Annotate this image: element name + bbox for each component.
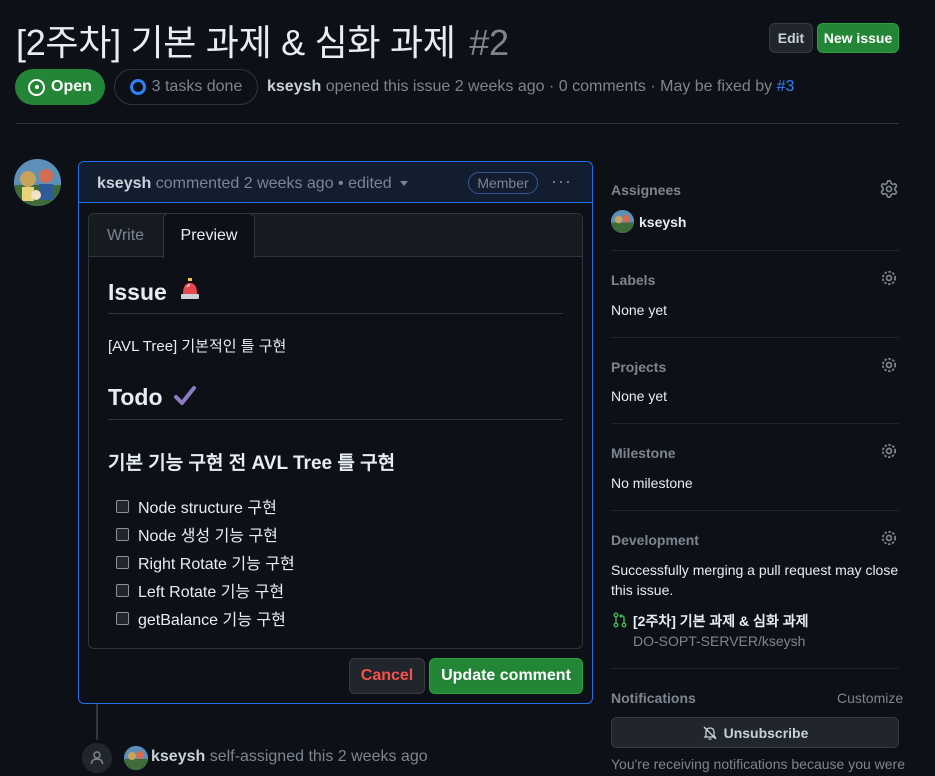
- heading-rule: [108, 313, 563, 314]
- issue-author-link[interactable]: kseysh: [267, 78, 321, 95]
- tab-write[interactable]: Write: [107, 227, 144, 245]
- task-checkbox[interactable]: [116, 583, 129, 597]
- milestone-heading[interactable]: Milestone: [611, 445, 676, 461]
- sidebar-divider: [611, 668, 899, 669]
- member-badge: Member: [468, 172, 538, 194]
- gear-icon[interactable]: [880, 269, 898, 290]
- sidebar-divider: [611, 423, 899, 424]
- sidebar-divider: [611, 250, 899, 251]
- fix-pr-link[interactable]: #3: [777, 78, 795, 95]
- header-divider: [16, 123, 899, 124]
- comment-author-link[interactable]: kseysh: [97, 175, 151, 192]
- comment-meta-text: commented 2 weeks ago • edited: [155, 175, 392, 192]
- status-label: Open: [51, 78, 92, 95]
- assignees-heading[interactable]: Assignees: [611, 182, 681, 198]
- projects-heading[interactable]: Projects: [611, 359, 666, 375]
- development-heading[interactable]: Development: [611, 532, 699, 548]
- issue-number: #2: [469, 22, 509, 63]
- event-avatar[interactable]: [124, 746, 148, 770]
- issue-meta: kseysh opened this issue 2 weeks ago · 0…: [267, 78, 794, 96]
- heading-issue: Issue: [108, 278, 201, 308]
- customize-link[interactable]: Customize: [837, 690, 903, 706]
- kebab-menu-icon[interactable]: ···: [551, 171, 572, 192]
- event-author-link[interactable]: kseysh: [151, 748, 205, 765]
- task-item[interactable]: getBalance 기능 구현: [116, 606, 286, 630]
- tasks-done-label: 3 tasks done: [151, 78, 243, 95]
- task-checkbox[interactable]: [116, 611, 129, 625]
- gear-icon[interactable]: [880, 442, 898, 463]
- heading-rule: [108, 419, 563, 420]
- bell-slash-icon: [702, 725, 718, 741]
- task-item[interactable]: Left Rotate 기능 구현: [116, 578, 284, 602]
- status-badge: Open: [15, 69, 105, 105]
- edit-button[interactable]: Edit: [769, 23, 813, 53]
- task-item[interactable]: Right Rotate 기능 구현: [116, 550, 295, 574]
- timeline-event-text: kseysh self-assigned this 2 weeks ago: [151, 748, 428, 766]
- notifications-heading: Notifications: [611, 690, 696, 706]
- issue-description: [AVL Tree] 기본적인 틀 구현: [108, 338, 287, 355]
- task-checkbox[interactable]: [116, 499, 129, 513]
- issue-opened-icon: [28, 78, 46, 96]
- event-description: self-assigned this 2 weeks ago: [209, 748, 428, 765]
- update-comment-button[interactable]: Update comment: [429, 658, 583, 694]
- subheading: 기본 기능 구현 전 AVL Tree 틀 구현: [108, 453, 396, 474]
- task-checkbox[interactable]: [116, 527, 129, 541]
- development-description: Successfully merging a pull request may …: [611, 562, 899, 598]
- heading-issue-text: Issue: [108, 279, 167, 305]
- linked-pr-repo: DO-SOPT-SERVER/kseysh: [633, 633, 806, 649]
- comment-meta: kseysh commented 2 weeks ago • edited: [97, 175, 408, 193]
- heading-todo-text: Todo: [108, 384, 163, 410]
- milestone-value: No milestone: [611, 475, 693, 491]
- tab-preview[interactable]: Preview: [163, 213, 255, 258]
- pull-request-icon: [612, 612, 628, 631]
- unsubscribe-button[interactable]: Unsubscribe: [611, 717, 899, 748]
- timeline-line: [96, 704, 98, 740]
- task-checkbox[interactable]: [116, 555, 129, 569]
- issue-meta-text: opened this issue 2 weeks ago · 0 commen…: [325, 78, 773, 95]
- sidebar-divider: [611, 510, 899, 511]
- task-label: Left Rotate 기능 구현: [138, 584, 285, 601]
- issue-title-text: [2주차] 기본 과제 & 심화 과제: [16, 22, 456, 63]
- gear-icon[interactable]: [880, 180, 898, 201]
- labels-heading[interactable]: Labels: [611, 272, 655, 288]
- task-label: Right Rotate 기능 구현: [138, 556, 295, 573]
- task-item[interactable]: Node 생성 기능 구현: [116, 522, 278, 546]
- progress-ring-icon: [129, 79, 146, 95]
- task-label: Node 생성 기능 구현: [138, 528, 278, 545]
- projects-value: None yet: [611, 388, 668, 404]
- issue-title: [2주차] 기본 과제 & 심화 과제 #2: [16, 14, 509, 66]
- new-issue-button[interactable]: New issue: [817, 23, 899, 53]
- task-label: getBalance 기능 구현: [138, 612, 286, 629]
- gear-icon[interactable]: [880, 356, 898, 377]
- tasks-progress-badge[interactable]: 3 tasks done: [114, 69, 258, 105]
- heading-todo: Todo: [108, 384, 197, 414]
- cancel-button[interactable]: Cancel: [349, 658, 425, 694]
- checkmark-icon: [173, 384, 197, 414]
- assignee-name[interactable]: kseysh: [639, 214, 686, 230]
- sidebar-divider: [611, 337, 899, 338]
- notifications-reason: You're receiving notifications because y…: [611, 756, 905, 772]
- siren-icon: [179, 278, 201, 308]
- gear-icon[interactable]: [880, 529, 898, 550]
- linked-pr-link[interactable]: [2주차] 기본 과제 & 심화 과제: [633, 611, 808, 631]
- person-icon: [80, 741, 114, 775]
- task-label: Node structure 구현: [138, 500, 277, 517]
- assignee-avatar[interactable]: [611, 210, 634, 233]
- unsubscribe-label: Unsubscribe: [723, 724, 809, 741]
- author-avatar[interactable]: [14, 159, 61, 206]
- chevron-down-icon[interactable]: [399, 181, 408, 187]
- labels-value: None yet: [611, 302, 668, 318]
- task-item[interactable]: Node structure 구현: [116, 494, 277, 518]
